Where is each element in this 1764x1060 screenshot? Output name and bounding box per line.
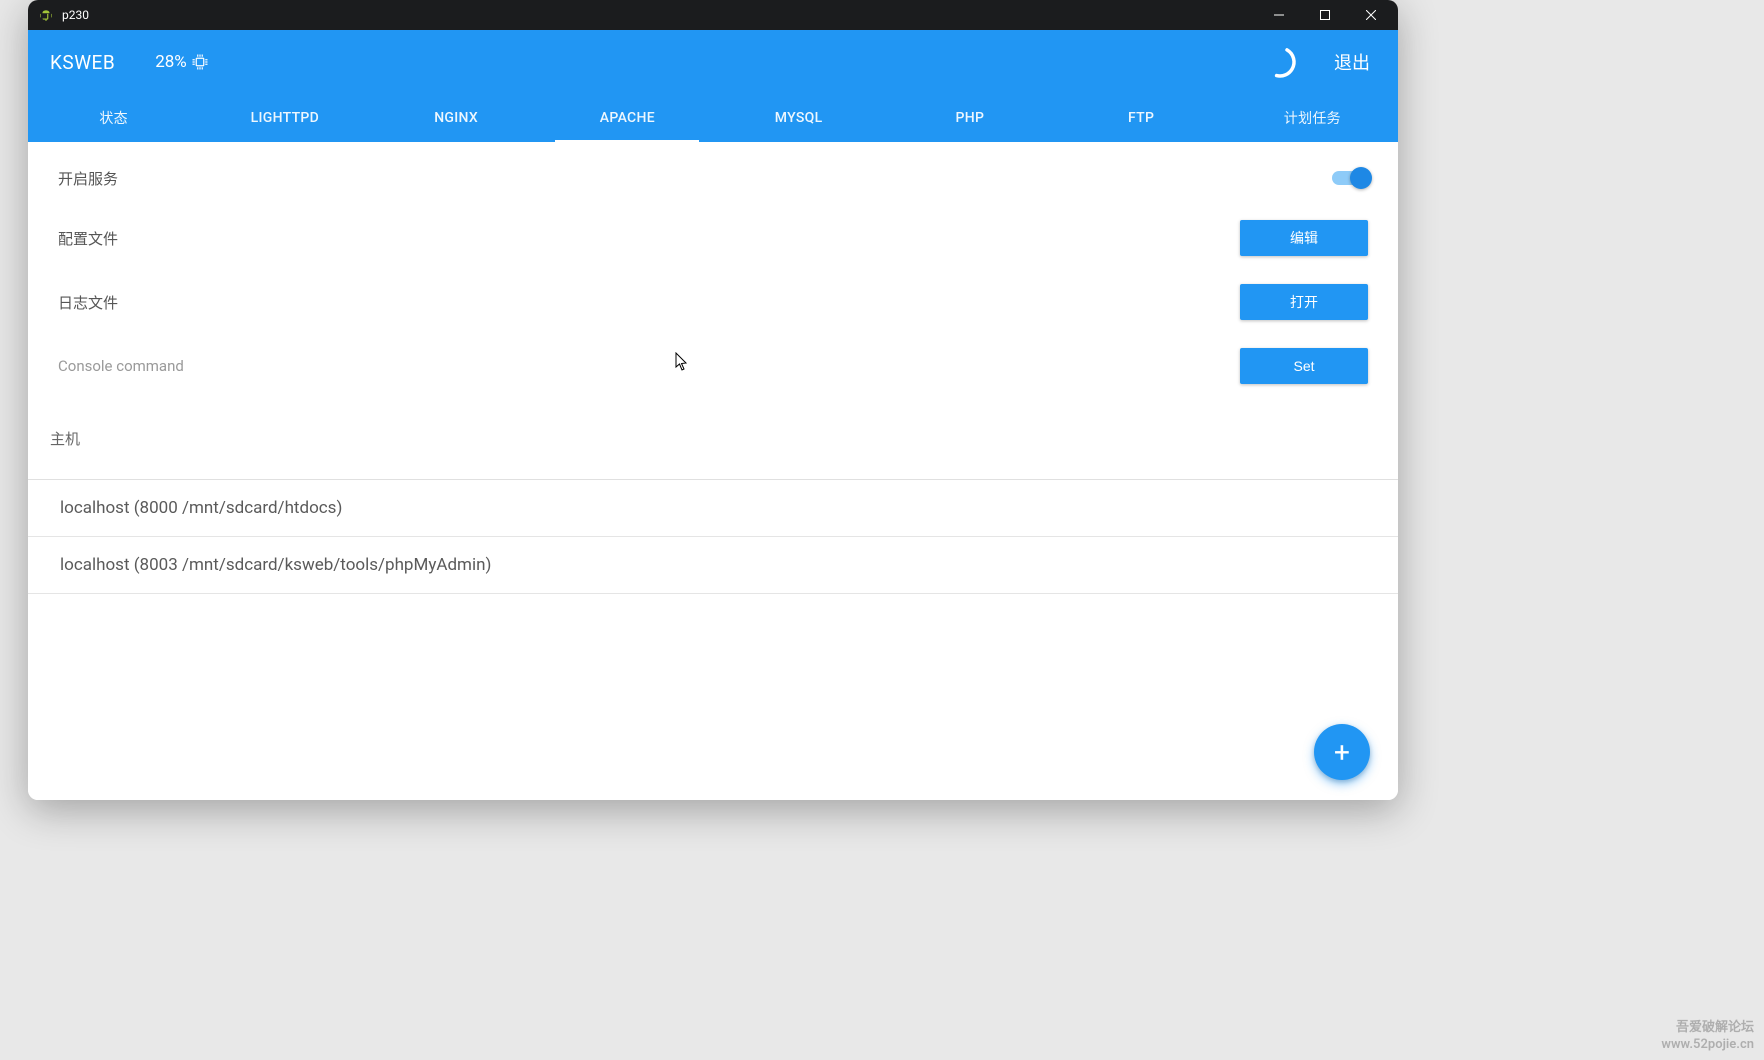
row-log-file: 日志文件 打开 [28, 270, 1398, 334]
watermark: 吾爱破解论坛 www.52pojie.cn [1661, 1020, 1754, 1054]
hosts-list: localhost (8000 /mnt/sdcard/htdocs) loca… [28, 480, 1398, 594]
app-brand: KSWEB [50, 51, 115, 74]
cpu-icon [191, 53, 209, 71]
loading-spinner-icon [1260, 42, 1300, 82]
set-console-button[interactable]: Set [1240, 348, 1368, 384]
enable-service-switch[interactable] [1332, 168, 1368, 188]
tab-bar: 状态 LIGHTTPD NGINX APACHE MYSQL PHP FTP 计… [28, 94, 1398, 142]
add-host-fab[interactable]: + [1314, 724, 1370, 780]
content-area: 开启服务 配置文件 编辑 日志文件 打开 Console c [28, 142, 1398, 800]
host-item[interactable]: localhost (8003 /mnt/sdcard/ksweb/tools/… [28, 537, 1398, 594]
hosts-section-title: 主机 [28, 398, 1398, 467]
plus-icon: + [1334, 736, 1350, 769]
row-enable-service: 开启服务 [28, 150, 1398, 206]
cpu-usage: 28% [155, 52, 209, 72]
tab-status[interactable]: 状态 [28, 94, 199, 142]
open-log-button[interactable]: 打开 [1240, 284, 1368, 320]
settings-list: 开启服务 配置文件 编辑 日志文件 打开 Console c [28, 142, 1398, 398]
app-header: KSWEB 28% [28, 30, 1398, 94]
label-enable-service: 开启服务 [58, 168, 1332, 189]
label-config-file: 配置文件 [58, 228, 1240, 249]
tab-mysql[interactable]: MYSQL [713, 94, 884, 142]
minimize-button[interactable] [1256, 0, 1302, 30]
android-icon [38, 7, 54, 23]
label-console-command: Console command [58, 357, 1240, 375]
titlebar: p230 [28, 0, 1398, 30]
tab-nginx[interactable]: NGINX [371, 94, 542, 142]
app-window: p230 KSWEB 28% [28, 0, 1398, 800]
edit-config-button[interactable]: 编辑 [1240, 220, 1368, 256]
watermark-line1: 吾爱破解论坛 [1661, 1020, 1754, 1037]
cpu-percent-value: 28% [155, 52, 187, 72]
row-console-command: Console command Set [28, 334, 1398, 398]
window-title: p230 [62, 8, 89, 22]
watermark-line2: www.52pojie.cn [1661, 1037, 1754, 1054]
tab-apache[interactable]: APACHE [542, 94, 713, 142]
tab-ftp[interactable]: FTP [1056, 94, 1227, 142]
host-item[interactable]: localhost (8000 /mnt/sdcard/htdocs) [28, 480, 1398, 537]
label-log-file: 日志文件 [58, 292, 1240, 313]
logout-button[interactable]: 退出 [1324, 43, 1380, 81]
tab-php[interactable]: PHP [884, 94, 1055, 142]
tab-scheduled[interactable]: 计划任务 [1227, 94, 1398, 142]
close-button[interactable] [1348, 0, 1394, 30]
row-config-file: 配置文件 编辑 [28, 206, 1398, 270]
tab-lighttpd[interactable]: LIGHTTPD [199, 94, 370, 142]
maximize-button[interactable] [1302, 0, 1348, 30]
